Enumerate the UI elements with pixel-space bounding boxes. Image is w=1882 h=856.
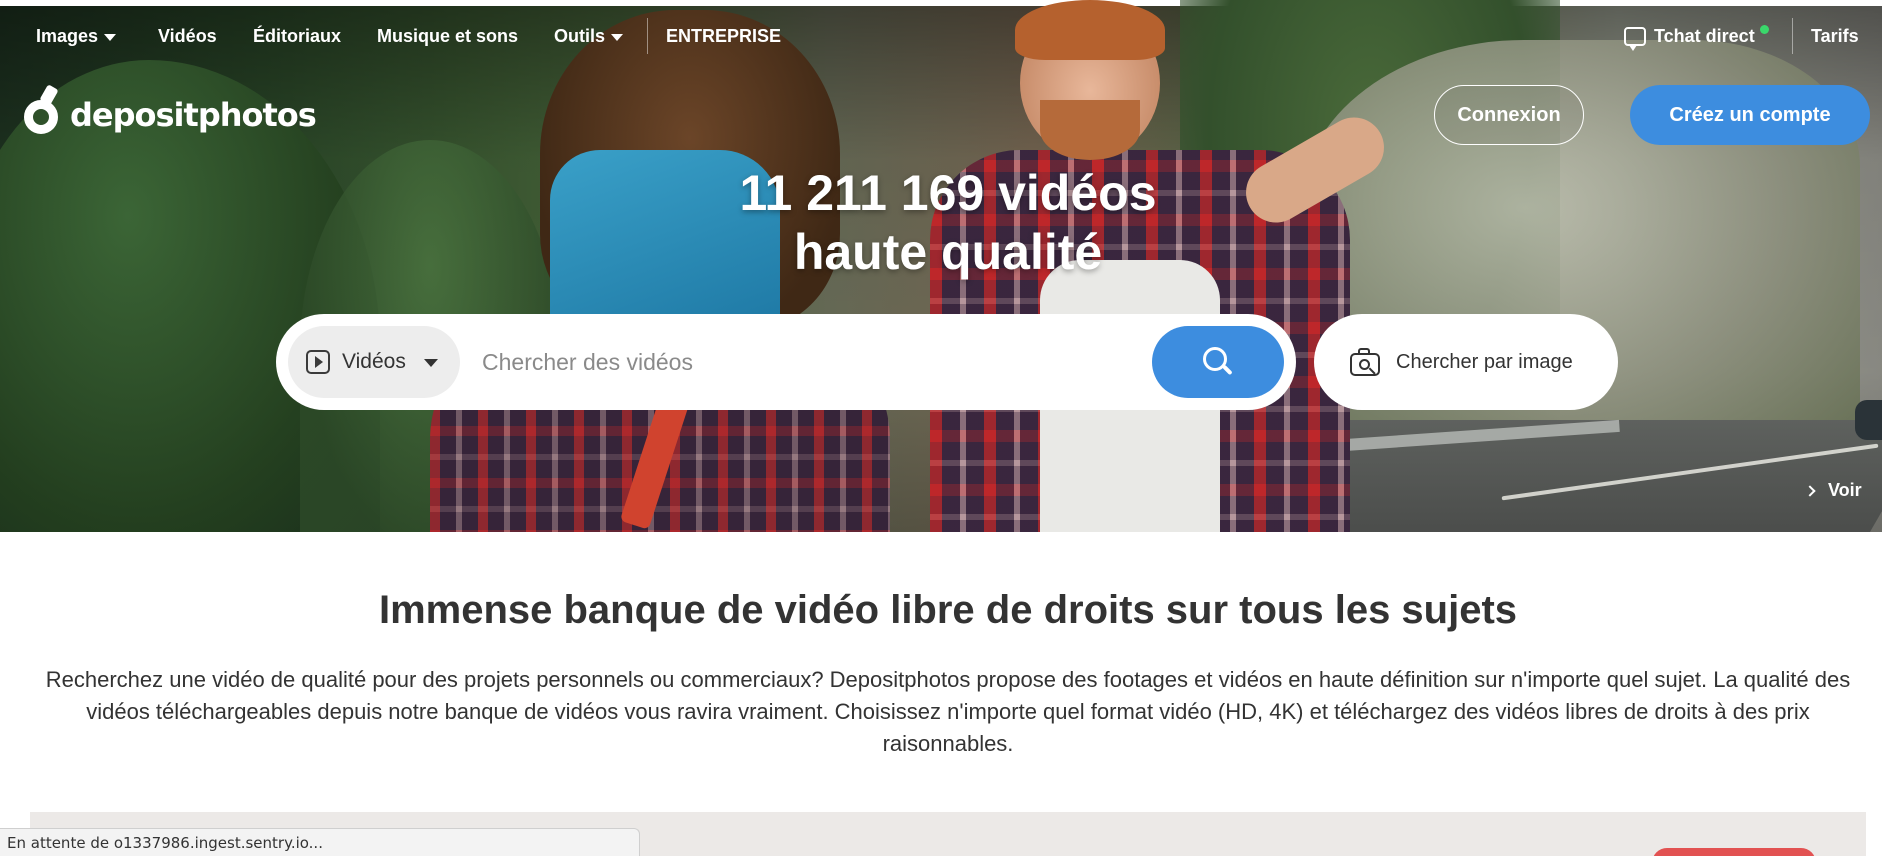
media-type-dropdown[interactable]: Vidéos bbox=[288, 326, 460, 398]
nav-item-musique[interactable]: Musique et sons bbox=[377, 26, 518, 47]
logo-mark-icon bbox=[24, 84, 60, 136]
nav-item-entreprise[interactable]: ENTREPRISE bbox=[666, 26, 781, 47]
hero-headline-line1: 11 211 169 vidéos bbox=[739, 165, 1157, 221]
signup-button[interactable]: Créez un compte bbox=[1630, 85, 1870, 145]
nav-item-label: Images bbox=[36, 26, 99, 46]
login-button[interactable]: Connexion bbox=[1434, 85, 1584, 145]
nav-item-videos[interactable]: Vidéos bbox=[158, 26, 217, 47]
nav-item-images[interactable]: Images bbox=[36, 26, 117, 47]
nav-item-label: Outils bbox=[554, 26, 606, 46]
top-navigation: Images Vidéos Éditoriaux Musique et sons… bbox=[0, 6, 1882, 68]
live-chat-link[interactable]: Tchat direct bbox=[1624, 25, 1769, 51]
search-input[interactable] bbox=[482, 336, 1012, 388]
online-status-dot bbox=[1759, 25, 1769, 34]
media-type-selected: Vidéos bbox=[342, 350, 406, 373]
logo-text: depositphotos bbox=[70, 96, 317, 134]
play-icon bbox=[306, 350, 330, 374]
view-video-link[interactable]: Voir bbox=[1804, 480, 1862, 501]
pricing-link[interactable]: Tarifs bbox=[1811, 26, 1859, 47]
chevron-down-icon bbox=[423, 359, 438, 367]
nav-item-label: Éditoriaux bbox=[253, 26, 342, 46]
chevron-down-icon bbox=[611, 34, 624, 41]
search-button[interactable] bbox=[1152, 326, 1284, 398]
chevron-down-icon bbox=[104, 34, 117, 41]
depositphotos-logo[interactable]: depositphotos bbox=[24, 84, 317, 136]
search-bar: Vidéos bbox=[276, 314, 1296, 410]
chevron-right-icon bbox=[1804, 484, 1816, 497]
nav-divider bbox=[1792, 18, 1793, 54]
section-description: Recherchez une vidéo de qualité pour des… bbox=[45, 667, 1851, 756]
promo-badge[interactable] bbox=[1652, 848, 1816, 856]
search-by-image-label: Chercher par image bbox=[1396, 350, 1573, 373]
nav-item-editoriaux[interactable]: Éditoriaux bbox=[253, 26, 341, 47]
camera-search-icon bbox=[1350, 348, 1380, 376]
live-chat-label: Tchat direct bbox=[1654, 26, 1755, 46]
hero-person-right-beard bbox=[1040, 100, 1140, 160]
search-by-image-button[interactable]: Chercher par image bbox=[1314, 314, 1618, 410]
view-video-label: Voir bbox=[1828, 480, 1862, 500]
section-title: Immense banque de vidéo libre de droits … bbox=[378, 588, 1518, 632]
search-icon bbox=[1203, 347, 1233, 377]
nav-item-label: ENTREPRISE bbox=[666, 26, 782, 46]
chat-icon bbox=[1624, 27, 1646, 51]
hero-bg-guardrail bbox=[1100, 419, 1620, 469]
nav-item-label: Vidéos bbox=[158, 26, 217, 46]
browser-status-bar: En attente de o1337986.ingest.sentry.io.… bbox=[0, 828, 640, 856]
pricing-label: Tarifs bbox=[1811, 26, 1859, 46]
hero-bg-car bbox=[1855, 400, 1882, 440]
hero-headline: 11 211 169 vidéos haute qualité bbox=[0, 164, 1882, 282]
nav-divider bbox=[647, 18, 648, 54]
nav-item-outils[interactable]: Outils bbox=[554, 26, 624, 47]
nav-item-label: Musique et sons bbox=[377, 26, 519, 46]
hero-bg-road bbox=[1145, 420, 1882, 532]
hero-headline-line2: haute qualité bbox=[793, 224, 1103, 280]
